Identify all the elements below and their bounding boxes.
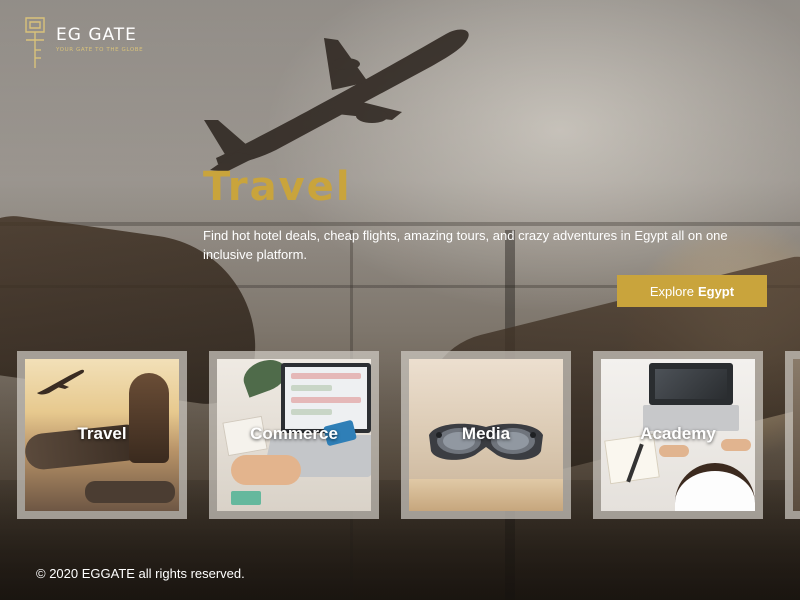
laptop-shape bbox=[649, 363, 733, 405]
logo-key-icon bbox=[25, 17, 45, 68]
wallet-shape bbox=[231, 491, 261, 505]
arm-shape bbox=[659, 445, 689, 457]
airplane-icon bbox=[204, 29, 469, 172]
academy-photo: Academy bbox=[601, 359, 755, 511]
category-label-travel: Travel bbox=[77, 424, 127, 443]
table-surface bbox=[409, 479, 563, 511]
airplane-icon bbox=[37, 369, 85, 395]
explore-button-prefix: Explore bbox=[649, 283, 694, 299]
category-label-academy: Academy bbox=[640, 424, 716, 443]
hand-shape bbox=[231, 455, 301, 485]
category-card-partial[interactable] bbox=[785, 351, 800, 519]
explore-egypt-button[interactable]: Explore Egypt bbox=[617, 275, 767, 307]
commerce-photo: Commerce bbox=[217, 359, 371, 511]
category-card-travel[interactable]: Travel bbox=[17, 351, 187, 519]
logo-text: EG GATE YOUR GATE TO THE GLOBE bbox=[56, 25, 143, 53]
hero-title: Travel bbox=[203, 164, 352, 210]
bench-shape bbox=[85, 481, 175, 503]
student-shape bbox=[675, 463, 755, 511]
brand-name: EG GATE bbox=[56, 25, 137, 45]
brand-tagline: YOUR GATE TO THE GLOBE bbox=[56, 47, 144, 53]
partial-photo bbox=[793, 359, 800, 511]
media-photo: Media bbox=[409, 359, 563, 511]
category-label-media: Media bbox=[461, 424, 511, 443]
explore-button-bold: Egypt bbox=[697, 283, 735, 299]
laptop-shape bbox=[281, 363, 371, 433]
travel-photo: Travel bbox=[25, 359, 179, 511]
category-card-commerce[interactable]: Commerce bbox=[209, 351, 379, 519]
hero-description: Find hot hotel deals, cheap flights, ama… bbox=[203, 228, 728, 262]
footer-copyright: © 2020 EGGATE all rights reserved. bbox=[36, 566, 245, 581]
brand-logo[interactable]: EG GATE YOUR GATE TO THE GLOBE bbox=[22, 14, 143, 72]
category-label-commerce: Commerce bbox=[250, 424, 338, 443]
traveler-shape bbox=[129, 373, 169, 463]
category-card-media[interactable]: Media bbox=[401, 351, 571, 519]
category-card-academy[interactable]: Academy bbox=[593, 351, 763, 519]
